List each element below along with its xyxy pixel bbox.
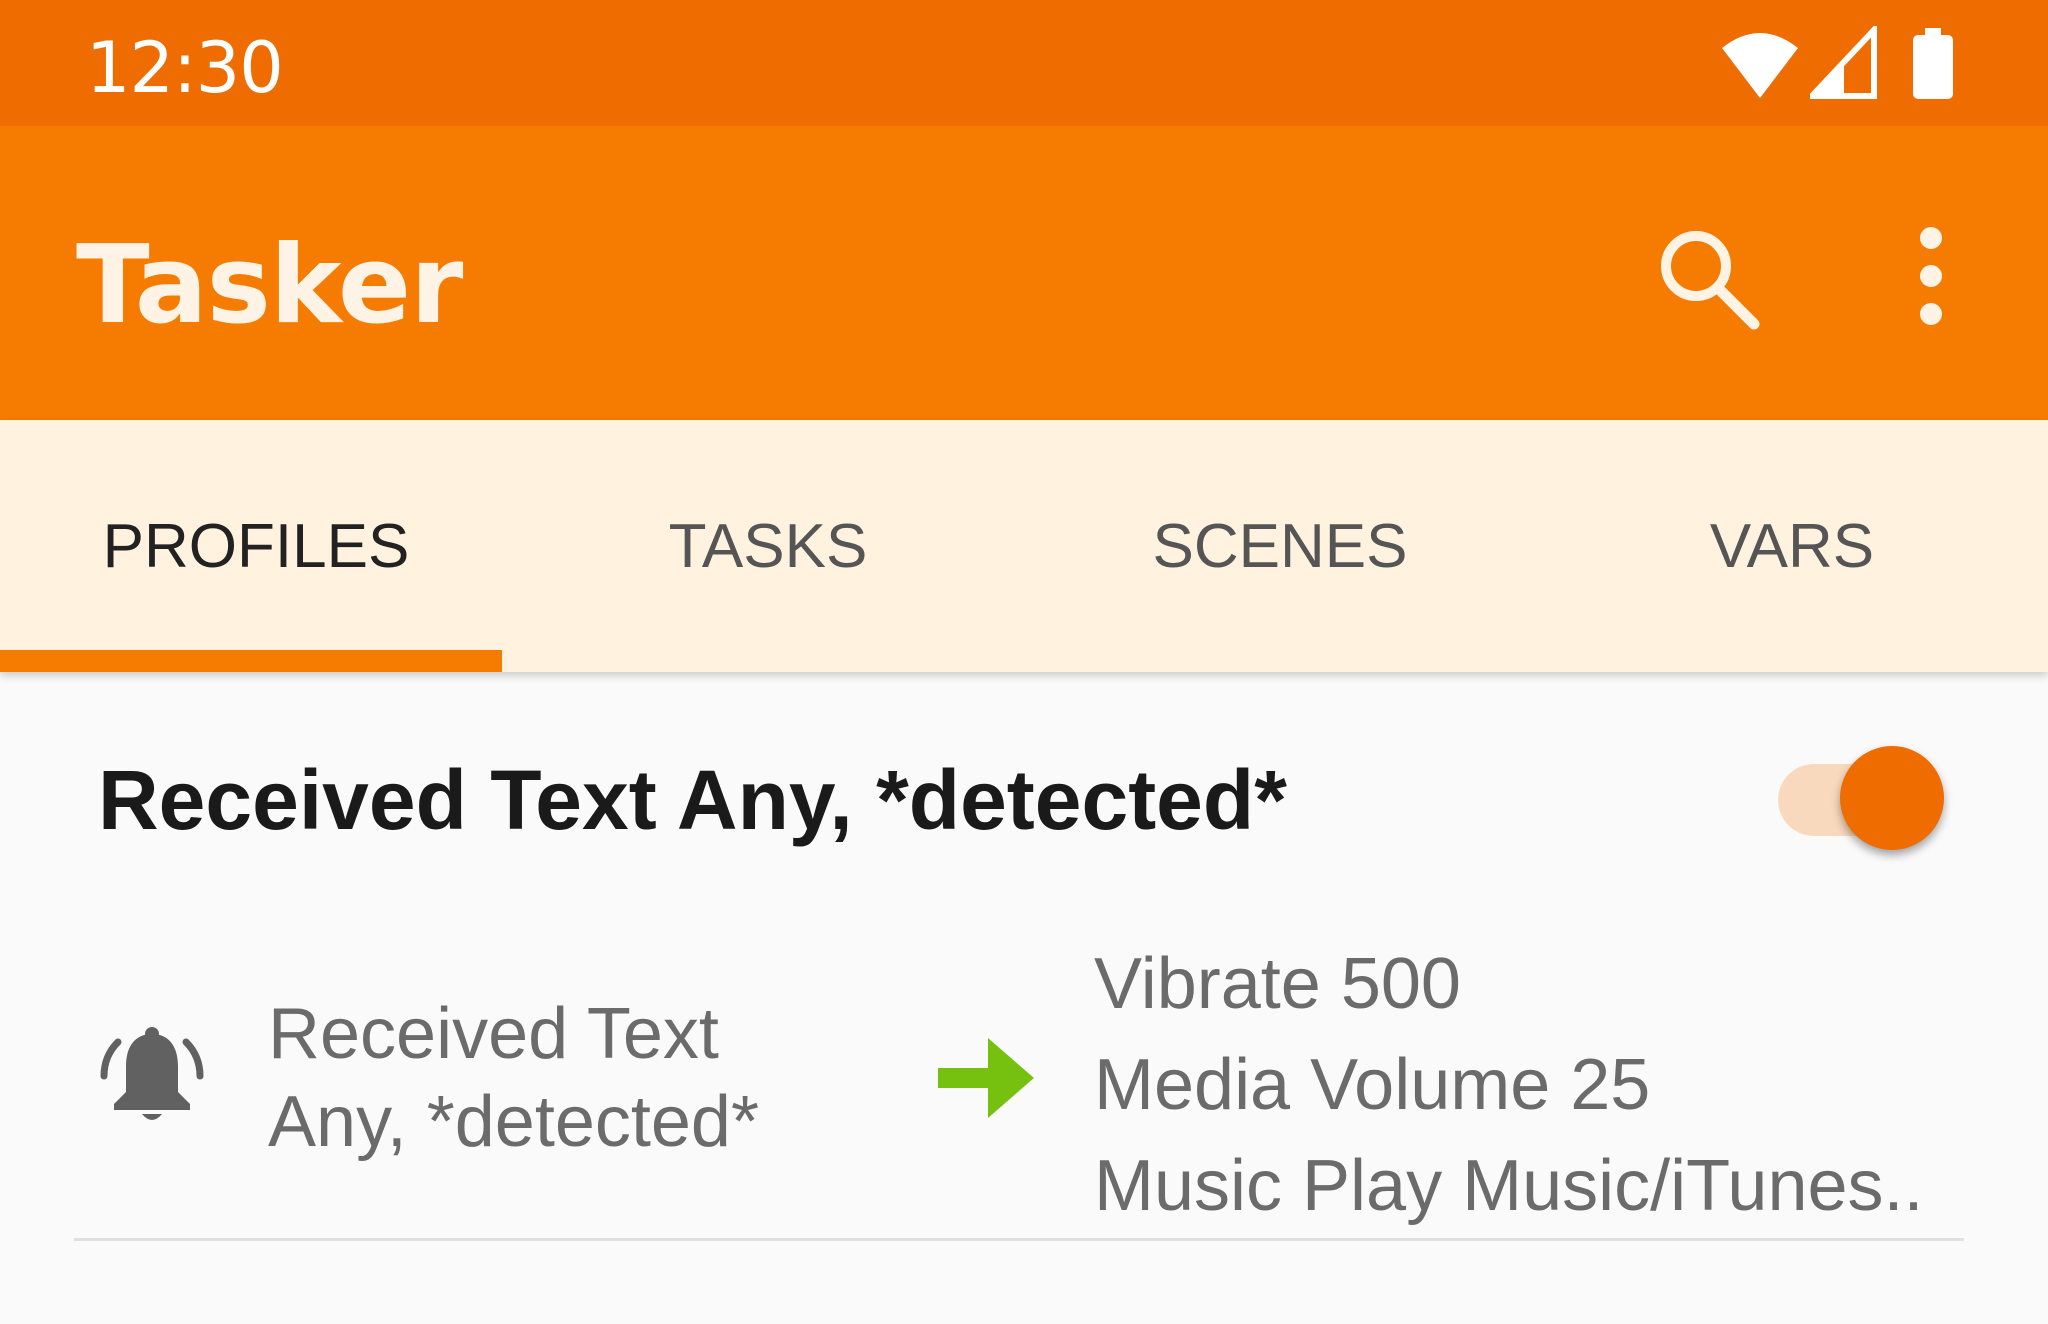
tab-scenes[interactable]: SCENES (1024, 420, 1536, 672)
search-button[interactable] (1650, 220, 1766, 336)
arrow-right-icon (938, 1030, 1038, 1126)
tab-tasks[interactable]: TASKS (512, 420, 1024, 672)
tab-bar: PROFILES TASKS SCENES VARS (0, 420, 2048, 672)
status-bar: 12:30 (0, 0, 2048, 126)
profile-enabled-toggle[interactable] (1776, 742, 1952, 860)
search-icon (1661, 231, 1760, 330)
task-list[interactable]: Vibrate 500 Media Volume 25 Music Play M… (1094, 934, 1924, 1237)
task-action: Vibrate 500 (1094, 944, 1461, 1024)
task-action: Media Volume 25 (1094, 1045, 1651, 1125)
context-description[interactable]: Received Text Any, *detected* (268, 990, 759, 1166)
app-title: Tasker (76, 223, 463, 348)
app-bar: Tasker (0, 126, 2048, 420)
tab-profiles[interactable]: PROFILES (0, 420, 512, 672)
context-line: Any, *detected* (268, 1082, 759, 1162)
active-tab-indicator (0, 650, 502, 672)
more-vert-icon (1920, 227, 1942, 325)
tab-vars[interactable]: VARS (1536, 420, 2048, 672)
more-options-button[interactable] (1876, 220, 1986, 336)
status-time: 12:30 (86, 27, 284, 109)
context-line: Received Text (268, 994, 719, 1074)
bell-ringing-icon[interactable] (96, 1022, 208, 1134)
profile-title[interactable]: Received Text Any, *detected* (98, 750, 1287, 850)
cell-signal-icon (1810, 26, 1877, 99)
battery-icon (1913, 28, 1953, 99)
wifi-icon (1722, 33, 1798, 98)
toggle-thumb (1840, 746, 1944, 850)
task-action: Music Play Music/iTunes.. (1094, 1146, 1924, 1226)
divider (74, 1238, 1964, 1241)
